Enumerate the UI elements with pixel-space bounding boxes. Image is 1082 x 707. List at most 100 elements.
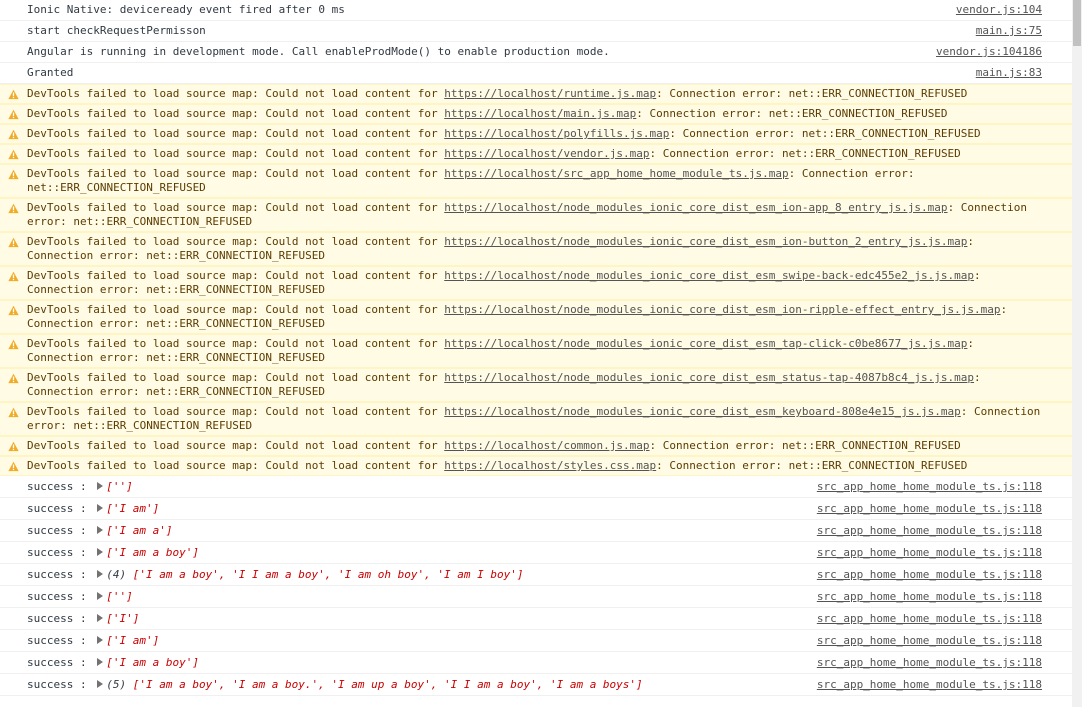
warning-prefix: DevTools failed to load source map: Coul…	[27, 439, 445, 452]
source-link[interactable]: vendor.js:104186	[936, 45, 1042, 59]
warning-message: DevTools failed to load source map: Coul…	[27, 235, 1042, 263]
success-label: success :	[27, 612, 87, 625]
source-map-link[interactable]: https://localhost/styles.css.map	[444, 459, 656, 472]
array-preview[interactable]: ['']	[106, 480, 133, 493]
source-link[interactable]: src_app_home_home_module_ts.js:118	[817, 590, 1042, 604]
array-preview[interactable]: ['I am']	[106, 502, 159, 515]
source-map-link[interactable]: https://localhost/vendor.js.map	[444, 147, 649, 160]
scrollbar-thumb[interactable]	[1073, 0, 1081, 46]
array-preview[interactable]: ['I am a']	[106, 524, 172, 537]
warning-triangle-icon	[8, 407, 19, 418]
log-message: Granted	[27, 66, 74, 79]
console-warning-row: DevTools failed to load source map: Coul…	[0, 436, 1072, 456]
warning-triangle-icon	[8, 305, 19, 316]
source-link[interactable]: src_app_home_home_module_ts.js:118	[817, 612, 1042, 626]
warning-triangle-icon	[8, 169, 19, 180]
source-link[interactable]: main.js:75	[976, 24, 1042, 38]
array-preview[interactable]: ['I am']	[106, 634, 159, 647]
array-preview[interactable]: ['I']	[106, 612, 139, 625]
console-log-row: Granted main.js:83	[0, 63, 1072, 84]
console-log-row: Angular is running in development mode. …	[0, 42, 1072, 63]
warning-triangle-icon	[8, 271, 19, 282]
array-preview[interactable]: ['I am a boy']	[106, 656, 199, 669]
warning-triangle-icon	[8, 339, 19, 350]
warning-prefix: DevTools failed to load source map: Coul…	[27, 147, 445, 160]
expand-arrow-icon[interactable]	[97, 526, 104, 534]
array-preview[interactable]: ['I am a boy', 'I am a boy.', 'I am up a…	[133, 678, 643, 691]
vertical-scrollbar[interactable]	[1072, 0, 1082, 707]
warning-prefix: DevTools failed to load source map: Coul…	[27, 87, 445, 100]
console-log-row: success : ['I am a boy'] src_app_home_hom…	[0, 652, 1072, 674]
warning-message: DevTools failed to load source map: Coul…	[27, 201, 1042, 229]
source-map-link[interactable]: https://localhost/polyfills.js.map	[444, 127, 669, 140]
source-map-link[interactable]: https://localhost/node_modules_ionic_cor…	[444, 337, 967, 350]
source-link[interactable]: src_app_home_home_module_ts.js:118	[817, 480, 1042, 494]
expand-arrow-icon[interactable]	[97, 570, 104, 578]
console-log-row: success : ['I am'] src_app_home_home_modu…	[0, 498, 1072, 520]
success-label: success :	[27, 568, 87, 581]
console-warning-row: DevTools failed to load source map: Coul…	[0, 164, 1072, 198]
source-map-link[interactable]: https://localhost/common.js.map	[444, 439, 649, 452]
warning-prefix: DevTools failed to load source map: Coul…	[27, 303, 445, 316]
array-count: (5)	[106, 678, 127, 691]
warning-prefix: DevTools failed to load source map: Coul…	[27, 201, 445, 214]
console-warning-row: DevTools failed to load source map: Coul…	[0, 144, 1072, 164]
array-preview[interactable]: ['I am a boy']	[106, 546, 199, 559]
source-map-link[interactable]: https://localhost/main.js.map	[444, 107, 636, 120]
warning-prefix: DevTools failed to load source map: Coul…	[27, 269, 445, 282]
expand-arrow-icon[interactable]	[97, 592, 104, 600]
source-map-link[interactable]: https://localhost/src_app_home_home_modu…	[444, 167, 788, 180]
console-log-row: success : ['I am a boy'] src_app_home_hom…	[0, 542, 1072, 564]
source-map-link[interactable]: https://localhost/node_modules_ionic_cor…	[444, 201, 947, 214]
success-label: success :	[27, 634, 87, 647]
source-link[interactable]: src_app_home_home_module_ts.js:118	[817, 546, 1042, 560]
warning-message: DevTools failed to load source map: Coul…	[27, 107, 1042, 121]
warning-suffix: : Connection error: net::ERR_CONNECTION_…	[656, 459, 968, 472]
expand-arrow-icon[interactable]	[97, 482, 104, 490]
success-label: success :	[27, 524, 87, 537]
console-warning-row: DevTools failed to load source map: Coul…	[0, 104, 1072, 124]
warning-message: DevTools failed to load source map: Coul…	[27, 405, 1042, 433]
warning-message: DevTools failed to load source map: Coul…	[27, 371, 1042, 399]
expand-arrow-icon[interactable]	[97, 636, 104, 644]
log-message: start checkRequestPermisson	[27, 24, 206, 37]
expand-arrow-icon[interactable]	[97, 548, 104, 556]
warning-prefix: DevTools failed to load source map: Coul…	[27, 235, 445, 248]
success-label: success :	[27, 480, 87, 493]
console-warning-row: DevTools failed to load source map: Coul…	[0, 232, 1072, 266]
source-map-link[interactable]: https://localhost/node_modules_ionic_cor…	[444, 371, 974, 384]
source-map-link[interactable]: https://localhost/runtime.js.map	[444, 87, 656, 100]
console-panel: Ionic Native: deviceready event fired af…	[0, 0, 1072, 707]
expand-arrow-icon[interactable]	[97, 680, 104, 688]
source-map-link[interactable]: https://localhost/node_modules_ionic_cor…	[444, 303, 1000, 316]
source-link[interactable]: src_app_home_home_module_ts.js:118	[817, 502, 1042, 516]
expand-arrow-icon[interactable]	[97, 658, 104, 666]
expand-arrow-icon[interactable]	[97, 504, 104, 512]
warning-triangle-icon	[8, 203, 19, 214]
success-label: success :	[27, 546, 87, 559]
source-map-link[interactable]: https://localhost/node_modules_ionic_cor…	[444, 269, 974, 282]
warning-triangle-icon	[8, 237, 19, 248]
source-link[interactable]: src_app_home_home_module_ts.js:118	[817, 524, 1042, 538]
source-map-link[interactable]: https://localhost/node_modules_ionic_cor…	[444, 235, 967, 248]
source-link[interactable]: src_app_home_home_module_ts.js:118	[817, 634, 1042, 648]
warning-triangle-icon	[8, 129, 19, 140]
source-link[interactable]: main.js:83	[976, 66, 1042, 80]
warning-message: DevTools failed to load source map: Coul…	[27, 127, 1042, 141]
array-preview[interactable]: ['I am a boy', 'I I am a boy', 'I am oh …	[133, 568, 524, 581]
expand-arrow-icon[interactable]	[97, 614, 104, 622]
warning-prefix: DevTools failed to load source map: Coul…	[27, 127, 445, 140]
console-log-row: success : ['I am a'] src_app_home_home_mo…	[0, 520, 1072, 542]
array-preview[interactable]: ['']	[106, 590, 133, 603]
source-map-link[interactable]: https://localhost/node_modules_ionic_cor…	[444, 405, 961, 418]
console-warning-row: DevTools failed to load source map: Coul…	[0, 84, 1072, 104]
warning-message: DevTools failed to load source map: Coul…	[27, 439, 1042, 453]
log-message: Ionic Native: deviceready event fired af…	[27, 3, 345, 16]
log-message: Angular is running in development mode. …	[27, 45, 610, 58]
source-link[interactable]: vendor.js:104	[956, 3, 1042, 17]
console-log-row: Ionic Native: deviceready event fired af…	[0, 0, 1072, 21]
source-link[interactable]: src_app_home_home_module_ts.js:118	[817, 678, 1042, 692]
source-link[interactable]: src_app_home_home_module_ts.js:118	[817, 568, 1042, 582]
warning-suffix: : Connection error: net::ERR_CONNECTION_…	[669, 127, 981, 140]
source-link[interactable]: src_app_home_home_module_ts.js:118	[817, 656, 1042, 670]
